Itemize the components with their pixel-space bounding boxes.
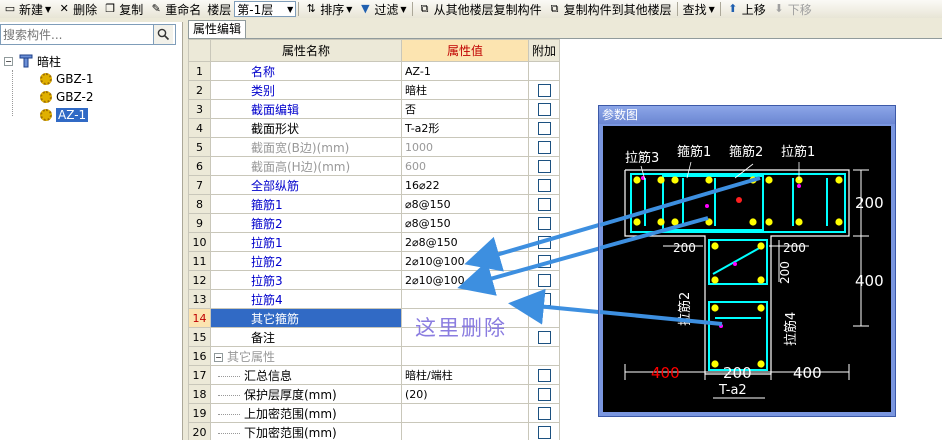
- rebar-dot: [711, 242, 719, 250]
- tie-point: [797, 184, 801, 188]
- tie-point: [733, 262, 737, 266]
- rebar-dot: [711, 276, 719, 284]
- dim-label-400-right: 400: [855, 272, 884, 290]
- reference-window-title: 参数图: [599, 106, 895, 124]
- rebar-dot: [765, 218, 773, 226]
- label-tie-3: 拉筋3: [625, 150, 659, 166]
- reference-diagram: 拉筋3 箍筋1 箍筋2 拉筋1 拉筋2 拉筋4 200 400 200 200 200 400 200 4…: [603, 126, 891, 412]
- rebar-dot: [835, 218, 843, 226]
- rebar-dot: [705, 176, 713, 184]
- rebar-dot: [671, 176, 679, 184]
- rebar-dot: [657, 218, 665, 226]
- rebar-dot: [795, 218, 803, 226]
- dim-label-200-mid2: 200: [783, 241, 806, 255]
- label-stirrup-1: 箍筋1: [677, 144, 711, 160]
- rebar-dot: [757, 276, 765, 284]
- stirrup-web-2: [708, 301, 768, 371]
- shape-label: T-a2: [718, 383, 747, 398]
- label-tie-1: 拉筋1: [781, 144, 815, 160]
- rebar-dot: [757, 304, 765, 312]
- rebar-dot: [633, 218, 641, 226]
- rebar-dot: [711, 360, 719, 368]
- label-tie-4: 拉筋4: [783, 312, 799, 346]
- rebar-dot: [633, 176, 641, 184]
- section-diagram: 拉筋3 箍筋1 箍筋2 拉筋1 拉筋2 拉筋4 200 400 200 200 200 400 200 4…: [624, 144, 884, 399]
- dim-label-400-left: 400: [651, 364, 680, 382]
- annotation-text: 这里删除: [415, 316, 507, 340]
- label-stirrup-2: 箍筋2: [729, 144, 763, 160]
- rebar-dot: [705, 218, 713, 226]
- tie-point: [705, 204, 709, 208]
- rebar-dot: [757, 242, 765, 250]
- dim-label-200-vert: 200: [778, 261, 792, 284]
- label-tie-2: 拉筋2: [677, 292, 693, 326]
- rebar-dot: [671, 218, 679, 226]
- tie-web-1: [712, 245, 764, 275]
- rebar-dot: [765, 176, 773, 184]
- dim-label-200-right: 200: [855, 194, 884, 212]
- rebar-dot: [749, 176, 757, 184]
- center-mark: [736, 197, 742, 203]
- dim-label-200-bottom: 200: [723, 364, 752, 382]
- rebar-dot: [835, 176, 843, 184]
- dim-label-200-mid: 200: [673, 241, 696, 255]
- reference-diagram-window[interactable]: 参数图 拉筋3 箍筋1 箍筋2 拉筋1 拉筋2 拉筋4 200 400 200 200 200 400…: [598, 105, 896, 417]
- rebar-dot: [749, 218, 757, 226]
- app-window: ▭ 新建 ▼ ✕ 删除 ❐ 复制 ✎ 重命名 楼层 第-1层 ▼ ⇅ 排序 ▼ …: [0, 0, 942, 440]
- rebar-dot: [657, 176, 665, 184]
- rebar-dot: [757, 360, 765, 368]
- tie-point: [719, 324, 723, 328]
- rebar-dot: [711, 304, 719, 312]
- dim-label-400-bottom: 400: [793, 364, 822, 382]
